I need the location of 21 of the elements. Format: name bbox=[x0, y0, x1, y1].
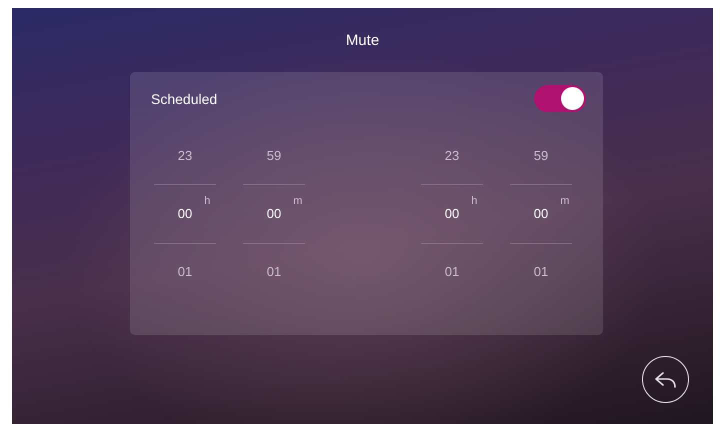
time-value[interactable]: 01 bbox=[534, 258, 548, 286]
unit-label: h bbox=[471, 194, 478, 208]
time-value[interactable]: 01 bbox=[444, 258, 460, 286]
time-value[interactable]: 23 bbox=[178, 142, 192, 170]
time-value[interactable]: 00 bbox=[266, 185, 282, 243]
back-arrow-icon bbox=[654, 370, 678, 388]
time-value[interactable]: 00 bbox=[534, 185, 548, 243]
time-value[interactable]: 00 bbox=[444, 185, 460, 243]
time-value[interactable]: 01 bbox=[178, 258, 192, 286]
unit-label: m bbox=[560, 194, 570, 208]
time-value[interactable]: 00 bbox=[178, 185, 192, 243]
time-value[interactable]: 23 bbox=[444, 142, 460, 170]
time-value[interactable]: 01 bbox=[266, 258, 282, 286]
back-button[interactable] bbox=[642, 356, 689, 403]
time-value[interactable]: 59 bbox=[534, 142, 548, 170]
screen-title: Mute bbox=[346, 32, 380, 48]
toggle-switch[interactable] bbox=[534, 85, 586, 112]
setting-label: Scheduled bbox=[151, 90, 218, 106]
time-value[interactable]: 59 bbox=[266, 142, 282, 170]
unit-label: m bbox=[293, 194, 302, 208]
unit-label: h bbox=[204, 194, 210, 208]
